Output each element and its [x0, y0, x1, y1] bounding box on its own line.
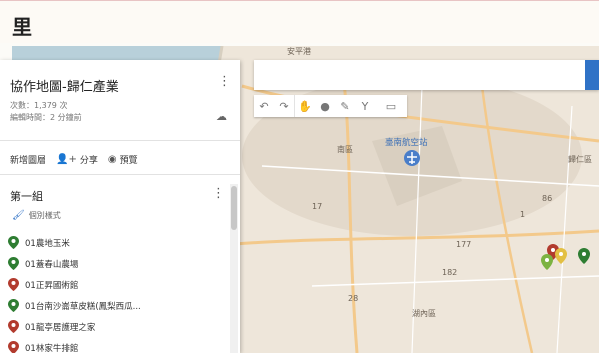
map-label-road-86: 86 [542, 194, 553, 203]
list-item[interactable]: 01台南沙崙草皮糕(鳳梨西瓜... [8, 295, 230, 316]
undo-icon[interactable]: ↶ [254, 95, 274, 117]
map-label-guiren: 歸仁區 [568, 155, 592, 164]
search-input[interactable] [254, 60, 599, 90]
place-list: 01農地玉米 01蓋春山農場 01正昇國術館 01台南沙崙草皮糕(鳳梨西瓜...… [8, 232, 230, 353]
add-layer-button[interactable]: 新增圖層 [10, 153, 46, 166]
view-count: 次數：1,379 次 [10, 101, 68, 110]
map-label-road-177: 177 [456, 240, 472, 249]
map-label-hunei: 湖內區 [412, 309, 436, 318]
panel-header: 協作地圖-歸仁產業 ⋮ 次數：1,379 次 編輯時間：2 分鐘前 ☁ 新增圖層… [0, 60, 240, 180]
eye-icon: ◉ [107, 153, 117, 165]
map-label-road-182: 182 [442, 268, 458, 277]
map-label-airport: 臺南航空站 [385, 138, 428, 148]
list-item[interactable]: 01正昇國術館 [8, 274, 230, 295]
map-pin-icon [8, 341, 19, 353]
place-label: 01台南沙崙草皮糕(鳳梨西瓜... [25, 301, 141, 312]
place-label: 01正昇國術館 [25, 280, 79, 291]
draw-line-icon[interactable]: ✎ [335, 95, 355, 117]
panel-actions: 新增圖層 👤+ 分享 ◉ 預覽 [0, 146, 240, 172]
map-pin-icon [8, 257, 19, 270]
map-pin-icon [8, 236, 19, 249]
add-person-icon: 👤+ [56, 153, 77, 165]
page-title: 里 [12, 15, 32, 39]
last-edited: 編輯時間：2 分鐘前 [10, 113, 82, 122]
layer-style-label: 個別樣式 [28, 211, 61, 220]
search-button[interactable] [585, 60, 599, 90]
preview-label: 預覽 [119, 155, 138, 166]
map-pin-icon [8, 278, 19, 291]
map-toolbar: ↶ ↷ ✋ ● ✎ Y ▭ [254, 95, 407, 117]
share-button[interactable]: 👤+ 分享 [56, 153, 98, 166]
map-label-nanqu: 南區 [337, 145, 353, 154]
road-minor-2 [311, 275, 599, 287]
map-label-road-1: 1 [520, 210, 526, 219]
scrollbar-thumb[interactable] [231, 186, 237, 230]
place-label: 01龍亭居護理之家 [25, 322, 96, 333]
map-options-icon[interactable]: ⋮ [218, 74, 231, 89]
layer-title[interactable]: 第一組 [10, 188, 43, 204]
list-item[interactable]: 01林家牛排館 [8, 337, 230, 353]
map-pin-icon [8, 320, 19, 333]
hand-icon[interactable]: ✋ [294, 95, 315, 117]
layer-style-button[interactable]: 🖌 個別樣式 [12, 210, 61, 221]
place-label: 01農地玉米 [25, 238, 70, 249]
preview-button[interactable]: ◉ 預覽 [108, 153, 138, 166]
place-label: 01蓋春山農場 [25, 259, 79, 270]
route-icon[interactable]: Y [355, 95, 375, 117]
page-header: 里 [0, 0, 599, 43]
ruler-icon[interactable]: ▭ [375, 95, 407, 117]
add-layer-label: 新增圖層 [10, 155, 47, 166]
place-label: 01林家牛排館 [25, 343, 79, 353]
cloud-sync-icon: ☁ [216, 110, 227, 123]
list-item[interactable]: 01蓋春山農場 [8, 253, 230, 274]
map-panel: 協作地圖-歸仁產業 ⋮ 次數：1,379 次 編輯時間：2 分鐘前 ☁ 新增圖層… [0, 60, 240, 353]
map-title[interactable]: 協作地圖-歸仁產業 [10, 76, 119, 95]
list-item[interactable]: 01龍亭居護理之家 [8, 316, 230, 337]
paint-roller-icon: 🖌 [12, 210, 25, 221]
divider [0, 140, 240, 141]
map-label-road-17: 17 [312, 202, 323, 211]
redo-icon[interactable]: ↷ [274, 95, 294, 117]
map-label-anping: 安平港 [287, 47, 311, 56]
divider [0, 174, 240, 175]
map-markers[interactable] [541, 244, 590, 270]
map-label-road-28: 28 [348, 294, 359, 303]
share-label: 分享 [79, 155, 98, 166]
marker-icon[interactable]: ● [315, 95, 335, 117]
map-pin-icon [8, 299, 19, 312]
list-item[interactable]: 01農地玉米 [8, 232, 230, 253]
layer-options-icon[interactable]: ⋮ [212, 186, 225, 201]
